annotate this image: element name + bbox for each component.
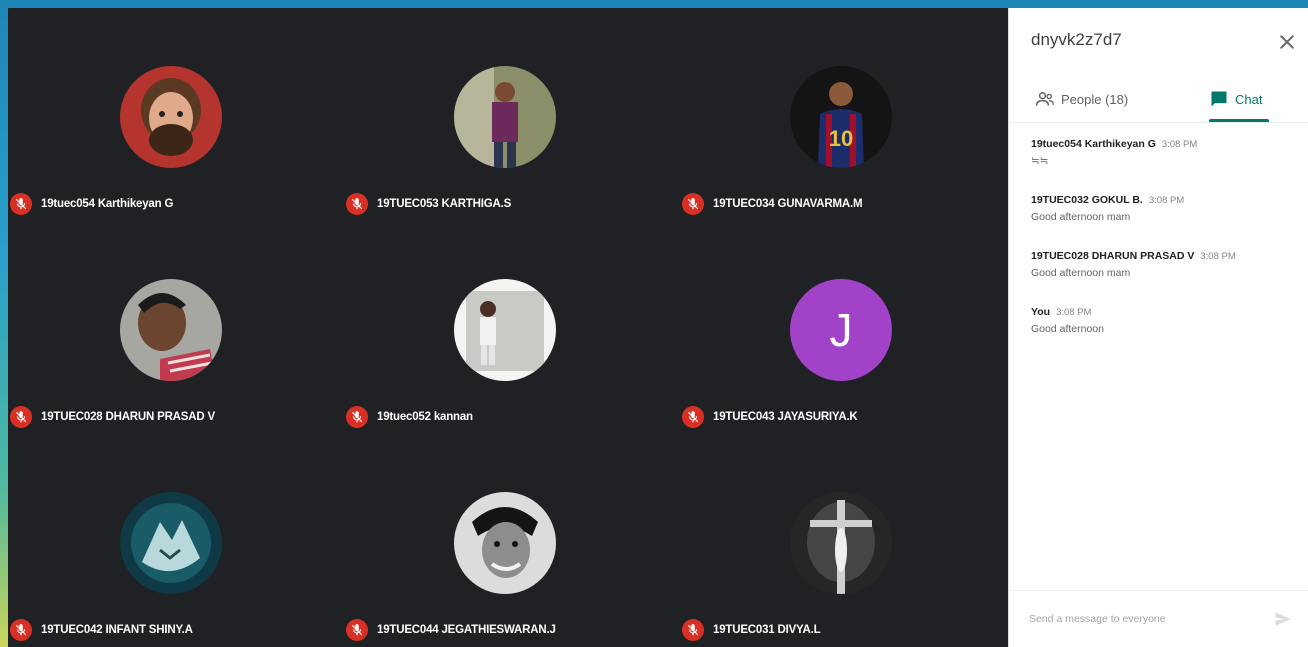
panel-tabs: People (18) Chat xyxy=(1009,78,1308,123)
participant-avatar xyxy=(120,66,222,168)
mic-off-icon xyxy=(682,619,704,641)
bearded-man-photo xyxy=(120,66,222,168)
participant-avatar xyxy=(454,66,556,168)
participant-tile[interactable]: J 19TUEC043 JAYASURIYA.K xyxy=(680,221,1015,433)
mic-off-icon xyxy=(10,619,32,641)
side-panel: dnyvk2z7d7 People (18) Chat 19tuec054 Ka… xyxy=(1008,8,1308,647)
chat-message: 19tuec054 Karthikeyan G 3:08 PM ≒≒ xyxy=(1031,138,1291,167)
message-text: Good afternoon xyxy=(1031,323,1104,335)
participant-nameplate: 19tuec052 kannan xyxy=(346,404,473,430)
participant-name: 19TUEC034 GUNAVARMA.M xyxy=(713,198,863,210)
participant-nameplate: 19TUEC028 DHARUN PRASAD V xyxy=(10,404,215,430)
participant-tile[interactable]: 19TUEC042 INFANT SHINY.A xyxy=(8,434,343,646)
participant-avatar: 10 xyxy=(790,66,892,168)
participant-name: 19tuec054 Karthikeyan G xyxy=(41,198,174,210)
participant-name: 19TUEC043 JAYASURIYA.K xyxy=(713,411,858,423)
mic-off-icon xyxy=(346,193,368,215)
message-time: 3:08 PM xyxy=(1148,195,1185,206)
participant-nameplate: 19TUEC031 DIVYA.L xyxy=(682,617,821,643)
mic-off-icon xyxy=(682,193,704,215)
tab-chat[interactable]: Chat xyxy=(1209,78,1262,120)
mic-off-icon xyxy=(346,406,368,428)
message-time: 3:08 PM xyxy=(1200,251,1236,262)
participant-tile[interactable]: 19tuec054 Karthikeyan G xyxy=(8,8,343,220)
participant-avatar xyxy=(790,492,892,594)
man-standing-photo xyxy=(454,66,556,168)
svg-text:10: 10 xyxy=(829,126,853,151)
participant-tile[interactable]: 19TUEC044 JEGATHIESWARAN.J xyxy=(344,434,679,646)
active-tab-indicator xyxy=(1209,119,1269,122)
message-text: ≒≒ xyxy=(1031,155,1049,167)
mic-off-icon xyxy=(10,193,32,215)
meet-window: 19tuec054 Karthikeyan G 19TUEC053 KARTHI xyxy=(8,8,1308,647)
message-sender: 19tuec054 Karthikeyan G xyxy=(1031,138,1156,150)
chat-messages: 19tuec054 Karthikeyan G 3:08 PM ≒≒ 19TUE… xyxy=(1031,138,1291,362)
crucifix-photo xyxy=(790,492,892,594)
message-sender: You xyxy=(1031,306,1051,318)
chat-icon xyxy=(1211,91,1227,107)
participant-nameplate: 19TUEC044 JEGATHIESWARAN.J xyxy=(346,617,556,643)
participant-name: 19tuec052 kannan xyxy=(377,411,473,423)
participant-grid: 19tuec054 Karthikeyan G 19TUEC053 KARTHI xyxy=(8,8,1008,647)
chat-message: 19TUEC032 GOKUL B. 3:08 PM Good afternoo… xyxy=(1031,194,1291,223)
footballer-photo: 10 xyxy=(790,66,892,168)
send-button[interactable] xyxy=(1273,609,1293,629)
chat-composer xyxy=(1009,590,1308,647)
close-icon xyxy=(1280,35,1294,49)
participant-tile[interactable]: 10 19TUEC034 GUNAVARMA.M xyxy=(680,8,1015,220)
wolf-art-photo xyxy=(120,492,222,594)
mic-off-icon xyxy=(682,406,704,428)
people-icon xyxy=(1035,92,1054,106)
participant-avatar xyxy=(120,492,222,594)
letter-avatar: J xyxy=(790,279,892,381)
participant-name: 19TUEC044 JEGATHIESWARAN.J xyxy=(377,624,556,636)
participant-nameplate: 19TUEC053 KARTHIGA.S xyxy=(346,191,511,217)
message-text: Good afternoon mam xyxy=(1031,211,1131,223)
message-time: 3:08 PM xyxy=(1056,307,1092,318)
participant-name: 19TUEC042 INFANT SHINY.A xyxy=(41,624,193,636)
man-wall-photo xyxy=(454,279,556,381)
message-sender: 19TUEC028 DHARUN PRASAD V xyxy=(1031,250,1195,262)
participant-name: 19TUEC053 KARTHIGA.S xyxy=(377,198,512,210)
close-panel-button[interactable] xyxy=(1275,30,1299,54)
man-selfie-photo xyxy=(120,279,222,381)
participant-tile[interactable]: 19TUEC028 DHARUN PRASAD V xyxy=(8,221,343,433)
mic-off-icon xyxy=(346,619,368,641)
message-text: Good afternoon mam xyxy=(1031,267,1131,279)
participant-tile[interactable]: 19TUEC053 KARTHIGA.S xyxy=(344,8,679,220)
participant-tile[interactable]: 19tuec052 kannan xyxy=(344,221,679,433)
meeting-code: dnyvk2z7d7 xyxy=(1031,30,1122,49)
participant-nameplate: 19tuec054 Karthikeyan G xyxy=(10,191,173,217)
message-time: 3:08 PM xyxy=(1161,139,1198,150)
participant-avatar xyxy=(454,279,556,381)
tab-people-label: People (18) xyxy=(1061,91,1129,107)
participant-nameplate: 19TUEC042 INFANT SHINY.A xyxy=(10,617,193,643)
participant-avatar xyxy=(454,492,556,594)
man-bw-photo xyxy=(454,492,556,594)
participant-nameplate: 19TUEC043 JAYASURIYA.K xyxy=(682,404,858,430)
participant-tile[interactable]: 19TUEC031 DIVYA.L xyxy=(680,434,1015,646)
participant-name: 19TUEC028 DHARUN PRASAD V xyxy=(41,411,215,423)
chat-input[interactable] xyxy=(1027,608,1261,630)
participant-nameplate: 19TUEC034 GUNAVARMA.M xyxy=(682,191,863,217)
tab-people[interactable]: People (18) xyxy=(1035,78,1128,120)
chat-message: You 3:08 PM Good afternoon xyxy=(1031,306,1291,335)
mic-off-icon xyxy=(10,406,32,428)
participant-name: 19TUEC031 DIVYA.L xyxy=(713,624,821,636)
tab-chat-label: Chat xyxy=(1235,91,1263,107)
chat-message: 19TUEC028 DHARUN PRASAD V 3:08 PM Good a… xyxy=(1031,250,1291,279)
message-sender: 19TUEC032 GOKUL B. xyxy=(1031,194,1143,206)
send-icon xyxy=(1275,612,1291,626)
participant-avatar xyxy=(120,279,222,381)
